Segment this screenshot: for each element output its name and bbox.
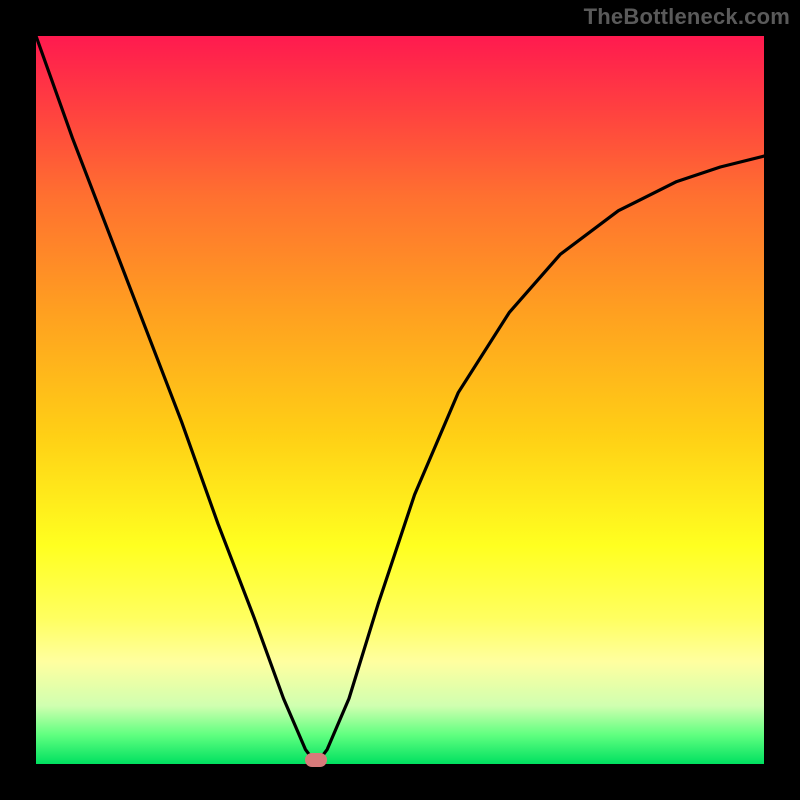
attribution-label: TheBottleneck.com [584,4,790,30]
chart-frame: TheBottleneck.com [0,0,800,800]
bottleneck-curve [0,0,800,800]
optimal-point-marker [305,753,327,767]
